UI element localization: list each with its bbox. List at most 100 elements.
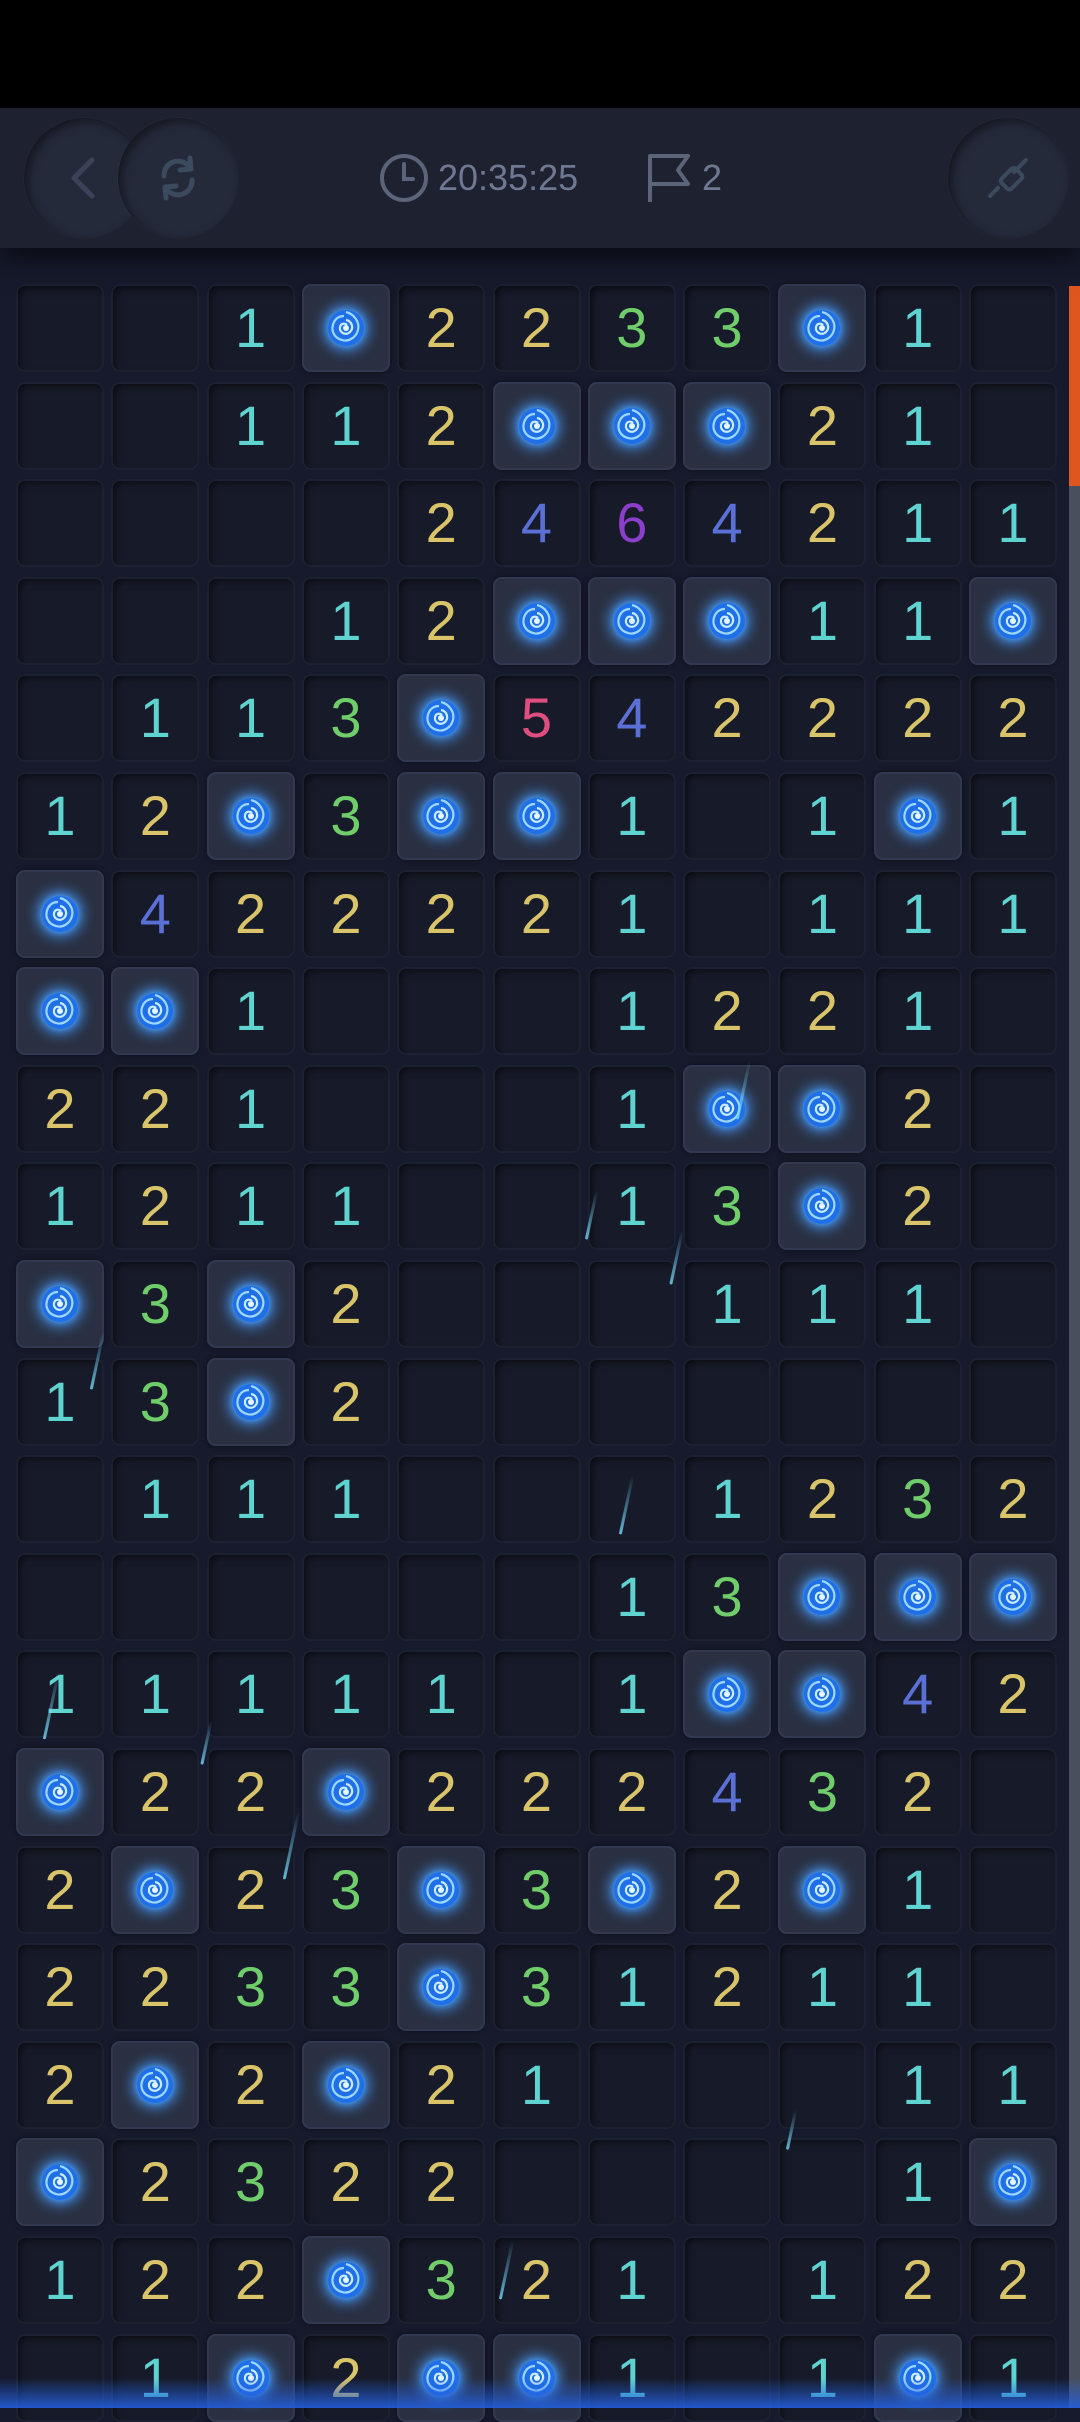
- mine-cell[interactable]: [301, 1748, 390, 1836]
- empty-cell[interactable]: [969, 1064, 1057, 1153]
- number-cell[interactable]: 1: [778, 576, 867, 665]
- number-cell[interactable]: 2: [301, 1357, 390, 1446]
- mine-cell[interactable]: [301, 2236, 390, 2324]
- empty-cell[interactable]: [683, 2138, 772, 2227]
- empty-cell[interactable]: [397, 967, 486, 1056]
- number-cell[interactable]: 3: [301, 674, 390, 763]
- empty-cell[interactable]: [111, 381, 200, 470]
- number-cell[interactable]: 1: [587, 772, 676, 860]
- empty-cell[interactable]: [16, 284, 104, 372]
- number-cell[interactable]: 1: [206, 1162, 295, 1251]
- number-cell[interactable]: 2: [301, 2138, 390, 2227]
- empty-cell[interactable]: [111, 1552, 200, 1641]
- number-cell[interactable]: 1: [873, 1845, 962, 1934]
- mine-cell[interactable]: [111, 2040, 200, 2129]
- mine-cell[interactable]: [16, 1748, 104, 1836]
- number-cell[interactable]: 1: [778, 2236, 867, 2324]
- mine-cell[interactable]: [206, 772, 295, 860]
- number-cell[interactable]: 2: [873, 2236, 962, 2324]
- number-cell[interactable]: 1: [206, 1455, 295, 1544]
- number-cell[interactable]: 2: [16, 1064, 104, 1153]
- empty-cell[interactable]: [301, 1064, 390, 1153]
- number-cell[interactable]: 1: [873, 1943, 962, 2032]
- number-cell[interactable]: 2: [206, 1748, 295, 1836]
- number-cell[interactable]: 2: [397, 576, 486, 665]
- empty-cell[interactable]: [397, 1162, 486, 1251]
- number-cell[interactable]: 2: [778, 674, 867, 763]
- empty-cell[interactable]: [397, 1260, 486, 1348]
- scrollbar-track[interactable]: [1069, 286, 1080, 2408]
- number-cell[interactable]: 2: [397, 284, 486, 372]
- number-cell[interactable]: 3: [587, 284, 676, 372]
- empty-cell[interactable]: [397, 1357, 486, 1446]
- mine-cell[interactable]: [778, 1162, 867, 1251]
- number-cell[interactable]: 2: [206, 2040, 295, 2129]
- number-cell[interactable]: 1: [301, 576, 390, 665]
- empty-cell[interactable]: [301, 967, 390, 1056]
- empty-cell[interactable]: [969, 1357, 1057, 1446]
- empty-cell[interactable]: [587, 1357, 676, 1446]
- number-cell[interactable]: 2: [111, 1943, 200, 2032]
- number-cell[interactable]: 2: [683, 674, 772, 763]
- mine-cell[interactable]: [301, 2040, 390, 2129]
- number-cell[interactable]: 1: [587, 869, 676, 958]
- number-cell[interactable]: 3: [778, 1748, 867, 1836]
- number-cell[interactable]: 1: [778, 1943, 867, 2032]
- mine-cell[interactable]: [492, 772, 581, 860]
- number-cell[interactable]: 4: [683, 1748, 772, 1836]
- number-cell[interactable]: 3: [683, 284, 772, 372]
- number-cell[interactable]: 2: [111, 772, 200, 860]
- number-cell[interactable]: 2: [397, 2138, 486, 2227]
- mine-cell[interactable]: [778, 1552, 867, 1641]
- number-cell[interactable]: 1: [969, 869, 1057, 958]
- number-cell[interactable]: 2: [683, 1943, 772, 2032]
- mine-cell[interactable]: [969, 576, 1057, 665]
- number-cell[interactable]: 1: [16, 772, 104, 860]
- empty-cell[interactable]: [397, 1064, 486, 1153]
- number-cell[interactable]: 1: [969, 772, 1057, 860]
- mine-cell[interactable]: [397, 772, 486, 860]
- mine-cell[interactable]: [111, 1845, 200, 1934]
- number-cell[interactable]: 1: [587, 2236, 676, 2324]
- empty-cell[interactable]: [969, 1943, 1057, 2032]
- number-cell[interactable]: 3: [683, 1552, 772, 1641]
- empty-cell[interactable]: [587, 1455, 676, 1544]
- number-cell[interactable]: 1: [873, 284, 962, 372]
- number-cell[interactable]: 3: [873, 1455, 962, 1544]
- number-cell[interactable]: 1: [206, 674, 295, 763]
- number-cell[interactable]: 2: [16, 1943, 104, 2032]
- number-cell[interactable]: 3: [397, 2236, 486, 2324]
- empty-cell[interactable]: [969, 1162, 1057, 1251]
- mine-cell[interactable]: [397, 1845, 486, 1934]
- number-cell[interactable]: 1: [969, 479, 1057, 568]
- number-cell[interactable]: 1: [111, 674, 200, 763]
- mine-cell[interactable]: [969, 1552, 1057, 1641]
- empty-cell[interactable]: [778, 1357, 867, 1446]
- scrollbar-thumb[interactable]: [1069, 286, 1080, 486]
- number-cell[interactable]: 2: [587, 1748, 676, 1836]
- empty-cell[interactable]: [16, 381, 104, 470]
- empty-cell[interactable]: [969, 1748, 1057, 1836]
- mine-cell[interactable]: [397, 1943, 486, 2032]
- mine-cell[interactable]: [969, 2138, 1057, 2227]
- number-cell[interactable]: 2: [969, 1650, 1057, 1739]
- mine-cell[interactable]: [16, 967, 104, 1056]
- number-cell[interactable]: 1: [873, 967, 962, 1056]
- number-cell[interactable]: 2: [16, 2040, 104, 2129]
- empty-cell[interactable]: [778, 2040, 867, 2129]
- number-cell[interactable]: 5: [492, 674, 581, 763]
- number-cell[interactable]: 1: [16, 1357, 104, 1446]
- number-cell[interactable]: 6: [587, 479, 676, 568]
- number-cell[interactable]: 2: [206, 869, 295, 958]
- empty-cell[interactable]: [683, 2236, 772, 2324]
- number-cell[interactable]: 2: [778, 967, 867, 1056]
- mine-cell[interactable]: [492, 381, 581, 470]
- number-cell[interactable]: 1: [301, 1455, 390, 1544]
- empty-cell[interactable]: [969, 1845, 1057, 1934]
- number-cell[interactable]: 2: [969, 1455, 1057, 1544]
- empty-cell[interactable]: [206, 576, 295, 665]
- mine-cell[interactable]: [206, 1260, 295, 1348]
- number-cell[interactable]: 2: [397, 869, 486, 958]
- number-cell[interactable]: 1: [111, 1455, 200, 1544]
- restart-button[interactable]: [118, 118, 238, 238]
